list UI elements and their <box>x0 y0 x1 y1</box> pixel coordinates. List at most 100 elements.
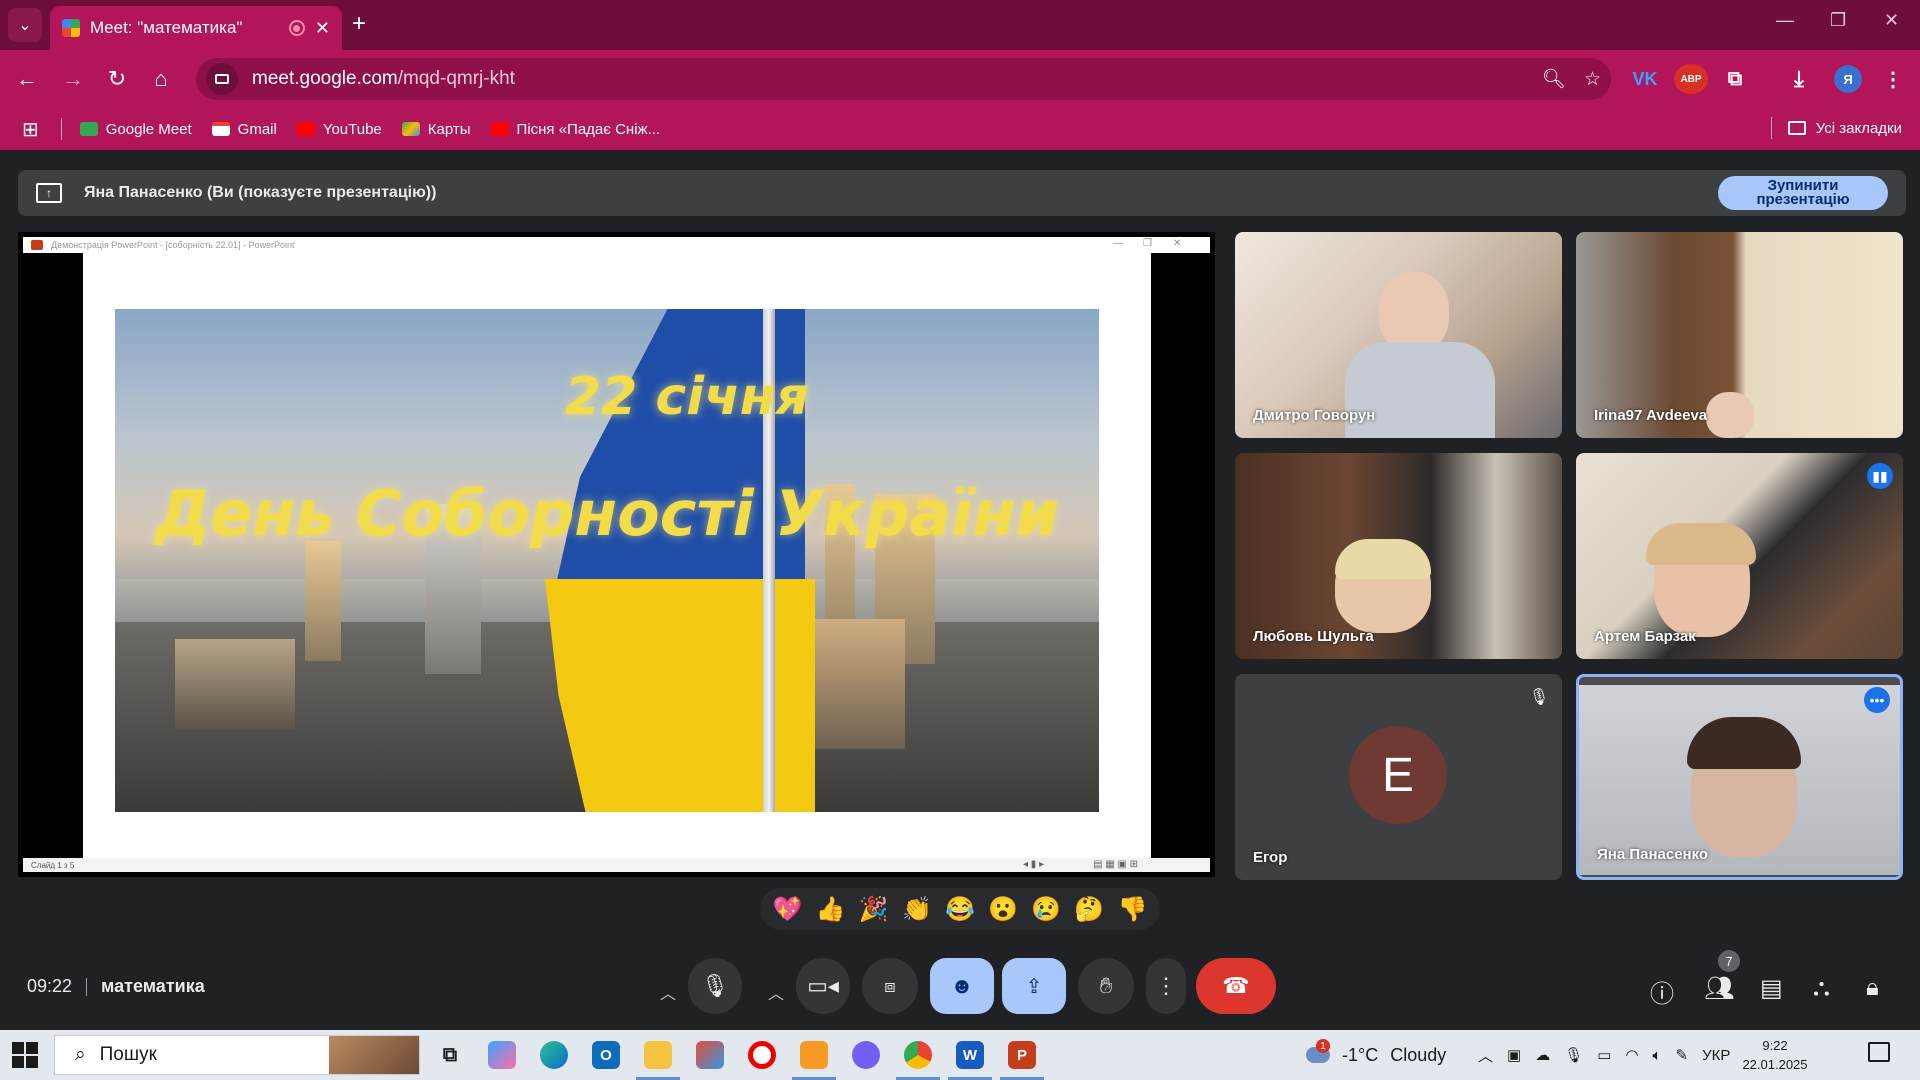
host-controls-icon[interactable]: 🔒︎ <box>1866 974 1879 1002</box>
tab-close-icon[interactable]: ✕ <box>315 18 330 39</box>
people-icon[interactable]: 👥︎ <box>1704 974 1734 1003</box>
browser-menu-icon[interactable]: ⋮ <box>1880 64 1906 94</box>
meet-tray-icon[interactable]: ▣ <box>1507 1046 1521 1064</box>
maps-icon <box>401 122 420 136</box>
opera-icon[interactable] <box>736 1035 788 1075</box>
language-indicator[interactable]: УКР <box>1702 1047 1730 1064</box>
new-tab-button[interactable]: + <box>352 10 366 38</box>
leave-call-button[interactable]: ☎︎ <box>1196 958 1276 1014</box>
more-options-icon[interactable]: ••• <box>1864 687 1890 713</box>
address-bar[interactable]: meet.google.com/mqd-qmrj-kht 🔍︎ ☆ <box>196 58 1611 100</box>
restore-icon[interactable]: ❐ <box>1830 10 1846 31</box>
microphone-tray-icon[interactable]: 🎙︎ <box>1564 1046 1583 1064</box>
self-view-tile[interactable]: ••• Яна Панасенко <box>1576 674 1903 880</box>
reaction-party-icon[interactable]: 🎉 <box>859 895 889 924</box>
more-options-button[interactable]: ⋮ <box>1146 958 1186 1014</box>
apps-grid-icon[interactable]: ⊞ <box>22 117 39 142</box>
forward-button[interactable]: → <box>56 62 90 96</box>
all-bookmarks[interactable]: Усі закладки <box>1770 117 1902 139</box>
vk-extension-icon[interactable]: VK <box>1630 64 1660 94</box>
reaction-clap-icon[interactable]: 👏 <box>902 895 932 924</box>
onedrive-icon[interactable]: ☁︎ <box>1535 1046 1550 1064</box>
raise-hand-button[interactable]: ✋︎ <box>1078 958 1134 1014</box>
copilot-icon[interactable] <box>476 1035 528 1075</box>
participant-tile[interactable]: 🎙︎ Е Егор <box>1235 674 1562 880</box>
video-options-chevron-icon[interactable]: ︿ <box>756 964 796 1020</box>
window-close-icon[interactable]: ✕ <box>1884 10 1899 31</box>
cloud-icon: 1 <box>1306 1039 1330 1063</box>
task-view-icon[interactable]: ⧉ <box>424 1035 476 1075</box>
bookmark-google-meet[interactable]: Google Meet <box>79 121 192 138</box>
ppt-statusbar: Слайд 1 з 5 ◂ ▮ ▸ ▤ ▦ ▣ ⊞ <box>23 858 1210 872</box>
tab-search-button[interactable]: ⌄ <box>8 8 42 42</box>
presenting-text: Яна Панасенко (Ви (показуєте презентацію… <box>84 184 437 201</box>
bookmark-star-icon[interactable]: ☆ <box>1584 68 1601 91</box>
viber-icon[interactable] <box>840 1035 892 1075</box>
participant-name: Irina97 Avdeeva <box>1594 407 1708 424</box>
participant-tile[interactable]: Любовь Шульга <box>1235 453 1562 659</box>
chrome-icon[interactable] <box>892 1035 944 1080</box>
mic-button[interactable]: 🎙︎ <box>688 958 742 1014</box>
taskbar-search[interactable]: ⌕ Пошук <box>54 1035 420 1075</box>
camera-button[interactable]: ▭◂ <box>796 958 850 1014</box>
meet-icon <box>79 122 98 136</box>
extensions-puzzle-icon[interactable]: ⧉ <box>1720 64 1750 94</box>
weather-widget[interactable]: 1 -1°C Cloudy <box>1306 1030 1446 1080</box>
search-highlight-image <box>329 1036 419 1074</box>
reaction-surprised-icon[interactable]: 😮 <box>988 895 1018 924</box>
minimize-icon[interactable]: — <box>1776 10 1794 31</box>
participant-tile[interactable]: Irina97 Avdeeva <box>1576 232 1903 438</box>
url-text[interactable]: meet.google.com/mqd-qmrj-kht <box>252 68 1524 90</box>
windows-start-icon[interactable] <box>12 1042 38 1068</box>
volume-icon[interactable]: 🔈︎ <box>1653 1047 1662 1064</box>
bookmark-maps[interactable]: Карты <box>401 121 471 138</box>
stop-presenting-button[interactable]: Зупинити презентацію <box>1718 176 1888 210</box>
battery-icon[interactable]: ▭ <box>1597 1046 1611 1064</box>
site-info-icon[interactable] <box>206 63 238 95</box>
reaction-thinking-icon[interactable]: 🤔 <box>1074 895 1104 924</box>
captions-button[interactable]: ⧈ <box>862 958 918 1014</box>
pen-icon[interactable]: ✎ <box>1676 1046 1689 1064</box>
screen-recorder-icon[interactable] <box>788 1035 840 1080</box>
reaction-thumbs-down-icon[interactable]: 👎 <box>1117 895 1147 924</box>
present-now-button[interactable]: ⇪ <box>1002 958 1066 1014</box>
downloads-icon[interactable]: ⤓ <box>1784 64 1814 94</box>
audio-options-chevron-icon[interactable]: ︿ <box>648 964 688 1020</box>
present-screen-icon: ↑ <box>36 183 62 203</box>
emoji-reactions-button[interactable]: ☻ <box>930 958 994 1014</box>
paint-icon[interactable] <box>684 1035 736 1075</box>
mic-off-icon: 🎙︎ <box>1528 689 1550 706</box>
reaction-heart-icon[interactable]: 💖 <box>773 895 803 924</box>
meet-stage: ↑ Яна Панасенко (Ви (показуєте презентац… <box>0 150 1920 1030</box>
word-icon[interactable]: W <box>944 1035 996 1080</box>
chat-icon[interactable]: ▤ <box>1760 974 1783 1003</box>
tray-overflow-icon[interactable]: ︿ <box>1478 1045 1493 1066</box>
participant-tile[interactable]: Дмитро Говорун <box>1235 232 1562 438</box>
notifications-icon[interactable] <box>1868 1042 1890 1062</box>
bookmark-song[interactable]: Пісня «Падає Сніж... <box>490 121 660 138</box>
file-explorer-icon[interactable] <box>632 1035 684 1080</box>
participant-name: Дмитро Говорун <box>1253 407 1376 424</box>
participant-tile[interactable]: ▮▮ Артем Барзак <box>1576 453 1903 659</box>
reaction-laugh-icon[interactable]: 😂 <box>945 895 975 924</box>
bookmark-youtube[interactable]: YouTube <box>296 121 382 138</box>
profile-avatar[interactable]: Я <box>1834 65 1862 93</box>
edge-icon[interactable] <box>528 1035 580 1075</box>
adblock-extension-icon[interactable]: ABP <box>1674 64 1708 94</box>
home-button[interactable]: ⌂ <box>144 62 178 96</box>
wifi-icon[interactable]: ◠ <box>1625 1046 1638 1064</box>
ppt-nav-icons: ◂ ▮ ▸ <box>1023 859 1045 870</box>
active-tab[interactable]: Meet: "математика" ✕ <box>50 6 342 50</box>
reaction-thumbs-up-icon[interactable]: 👍 <box>816 895 846 924</box>
back-button[interactable]: ← <box>10 62 44 96</box>
bookmark-gmail[interactable]: Gmail <box>211 121 277 138</box>
outlook-icon[interactable]: O <box>580 1035 632 1075</box>
powerpoint-taskbar-icon[interactable]: P <box>996 1035 1048 1080</box>
zoom-icon[interactable]: 🔍︎ <box>1542 67 1566 91</box>
reaction-sad-icon[interactable]: 😢 <box>1031 895 1061 924</box>
reload-button[interactable]: ↻ <box>100 62 134 96</box>
meeting-details-icon[interactable]: ⓘ <box>1650 974 1674 1009</box>
slide-photo: 22 січня День Соборності України <box>115 309 1099 812</box>
clock[interactable]: 9:22 22.01.2025 <box>1730 1036 1820 1074</box>
activities-icon[interactable]: ⛬ <box>1813 974 1830 1002</box>
